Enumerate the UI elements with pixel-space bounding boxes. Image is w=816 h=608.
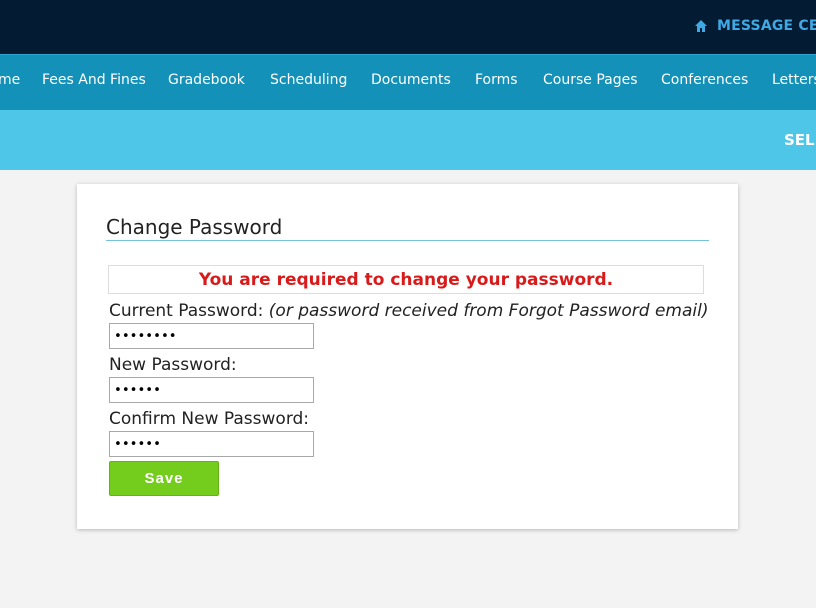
nav-item-home[interactable]: me (0, 72, 20, 88)
nav-item-course-pages[interactable]: Course Pages (543, 72, 638, 88)
nav-item-fees-and-fines[interactable]: Fees And Fines (42, 72, 146, 88)
current-password-label-text: Current Password: (109, 301, 264, 321)
new-password-label: New Password: (109, 355, 237, 375)
nav-item-scheduling[interactable]: Scheduling (270, 72, 347, 88)
current-password-label: Current Password: (or password received … (109, 301, 708, 321)
nav-item-forms[interactable]: Forms (475, 72, 518, 88)
current-password-hint: (or password received from Forgot Passwo… (268, 301, 709, 321)
confirm-password-input[interactable] (109, 431, 314, 457)
top-bar: MESSAGE CEN (0, 0, 816, 54)
select-menu[interactable]: SELE (784, 131, 816, 149)
main-nav: me Fees And Fines Gradebook Scheduling D… (0, 54, 816, 110)
nav-item-documents[interactable]: Documents (371, 72, 451, 88)
current-password-input[interactable] (109, 323, 314, 349)
message-center-label: MESSAGE CEN (717, 18, 816, 34)
title-divider (106, 240, 709, 241)
message-center-link[interactable]: MESSAGE CEN (694, 18, 816, 34)
nav-item-conferences[interactable]: Conferences (661, 72, 748, 88)
confirm-password-label: Confirm New Password: (109, 409, 310, 429)
nav-item-gradebook[interactable]: Gradebook (168, 72, 245, 88)
password-required-alert: You are required to change your password… (108, 265, 704, 294)
new-password-input[interactable] (109, 377, 314, 403)
page-title: Change Password (106, 215, 283, 239)
nav-item-letters[interactable]: Letters (772, 72, 816, 88)
save-button[interactable]: Save (109, 461, 219, 496)
home-icon (695, 20, 707, 32)
change-password-panel: Change Password You are required to chan… (77, 184, 738, 529)
sub-bar: SELE (0, 110, 816, 170)
